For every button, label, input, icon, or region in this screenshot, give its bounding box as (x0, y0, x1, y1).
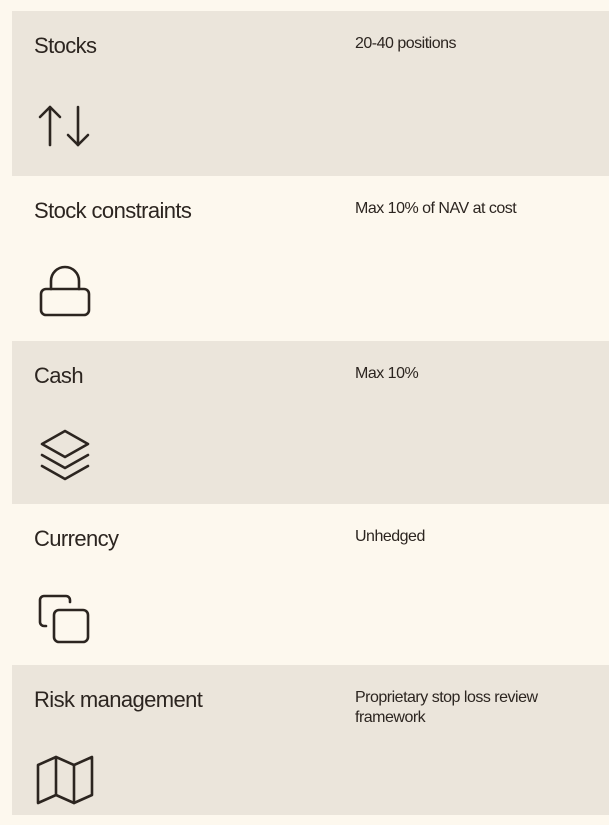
row-stock-constraints: Stock constraints Max 10% of NAV at cost (12, 176, 609, 341)
row-label: Stock constraints (34, 198, 192, 223)
row-label: Risk management (34, 687, 203, 712)
row-value: Max 10% of NAV at cost (355, 200, 517, 217)
lock-icon (34, 260, 96, 322)
layers-icon (34, 425, 96, 487)
row-currency: Currency Unhedged (12, 504, 609, 665)
row-label: Currency (34, 526, 119, 551)
copy-icon (34, 588, 96, 650)
row-label: Stocks (34, 33, 97, 58)
row-risk-management: Risk management Proprietary stop loss re… (12, 665, 609, 815)
map-icon (34, 749, 96, 811)
row-value: Max 10% (355, 365, 419, 382)
row-value: Proprietary stop loss review framework (355, 689, 538, 726)
row-cash: Cash Max 10% (12, 341, 609, 504)
row-label: Cash (34, 363, 84, 388)
row-stocks: Stocks 20-40 positions (12, 11, 609, 176)
arrows-up-down-icon (34, 95, 96, 157)
portfolio-guidelines-list: Stocks 20-40 positions Stock constraints… (0, 0, 609, 825)
row-value: 20-40 positions (355, 35, 457, 52)
row-value: Unhedged (355, 528, 425, 545)
